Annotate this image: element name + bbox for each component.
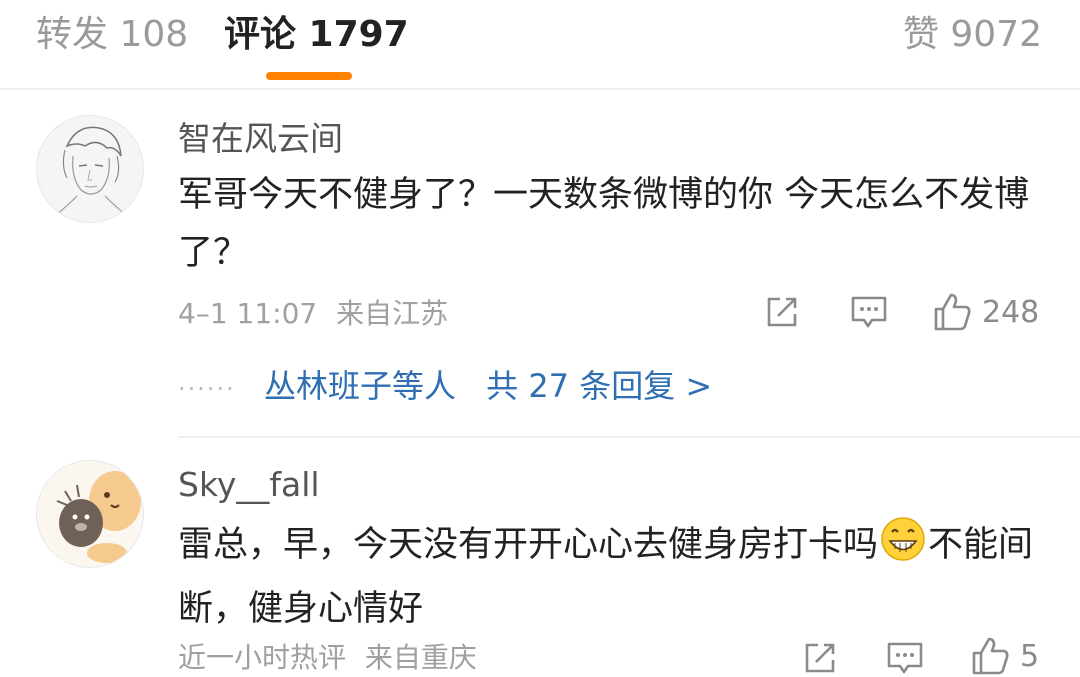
comment-time: 4–1 11:07 [178,297,318,330]
comment-meta: 4–1 11:07 来自江苏 [178,296,448,332]
comment-time: 近一小时热评 [178,641,347,674]
reply-count: 共 27 条回复 > [486,367,713,405]
comment-meta: 近一小时热评 来自重庆 [178,640,477,676]
comment-tabs: 转发 108 评论 1797 赞 9072 [0,0,1080,88]
avatar[interactable] [36,460,144,568]
comment-icon [851,296,887,328]
avatar[interactable] [36,115,144,223]
like-count: 248 [982,294,1040,330]
like-button[interactable]: 248 [932,292,1039,332]
reply-button[interactable] [886,640,924,676]
comment-text: 雷总，早，今天没有开开心心去健身房打卡吗 不能间断，健身心情好 [178,516,1038,638]
avatar-sketch-portrait [37,116,143,222]
reply-button[interactable] [850,294,888,330]
tabs-divider [0,88,1080,90]
tab-comments[interactable]: 评论 1797 [224,10,409,60]
reply-users: 丛林班子等人 [263,367,456,405]
avatar-cartoon-hamster [37,461,143,567]
share-button[interactable] [764,294,800,330]
view-replies-link[interactable]: ······ 丛林班子等人 共 27 条回复 > [178,366,712,409]
comment-icon [887,642,923,674]
replies-dots: ······ [178,375,236,403]
comment-text: 军哥今天不健身了？一天数条微博的你 今天怎么不发博了？ [178,175,1030,273]
like-count: 5 [1020,638,1040,674]
share-icon [805,643,835,673]
active-tab-indicator [266,72,352,80]
thumbs-up-icon [972,637,1009,675]
comment-username[interactable]: 智在风云间 [178,118,343,160]
thumbs-up-icon [934,293,971,331]
tab-likes[interactable]: 赞 9072 [903,10,1042,60]
comment-location: 来自重庆 [364,641,477,674]
share-button[interactable] [802,640,838,676]
comment-location: 来自江苏 [336,297,449,330]
comment-text-part: 雷总，早，今天没有开开心心去健身房打卡吗 [178,525,879,565]
grinning-emoji-icon [880,516,926,580]
comment-divider [178,436,1080,438]
comment-username[interactable]: Sky__fall [178,464,320,506]
tab-repost[interactable]: 转发 108 [36,10,188,60]
share-icon [767,297,797,327]
like-button[interactable]: 5 [970,636,1039,676]
